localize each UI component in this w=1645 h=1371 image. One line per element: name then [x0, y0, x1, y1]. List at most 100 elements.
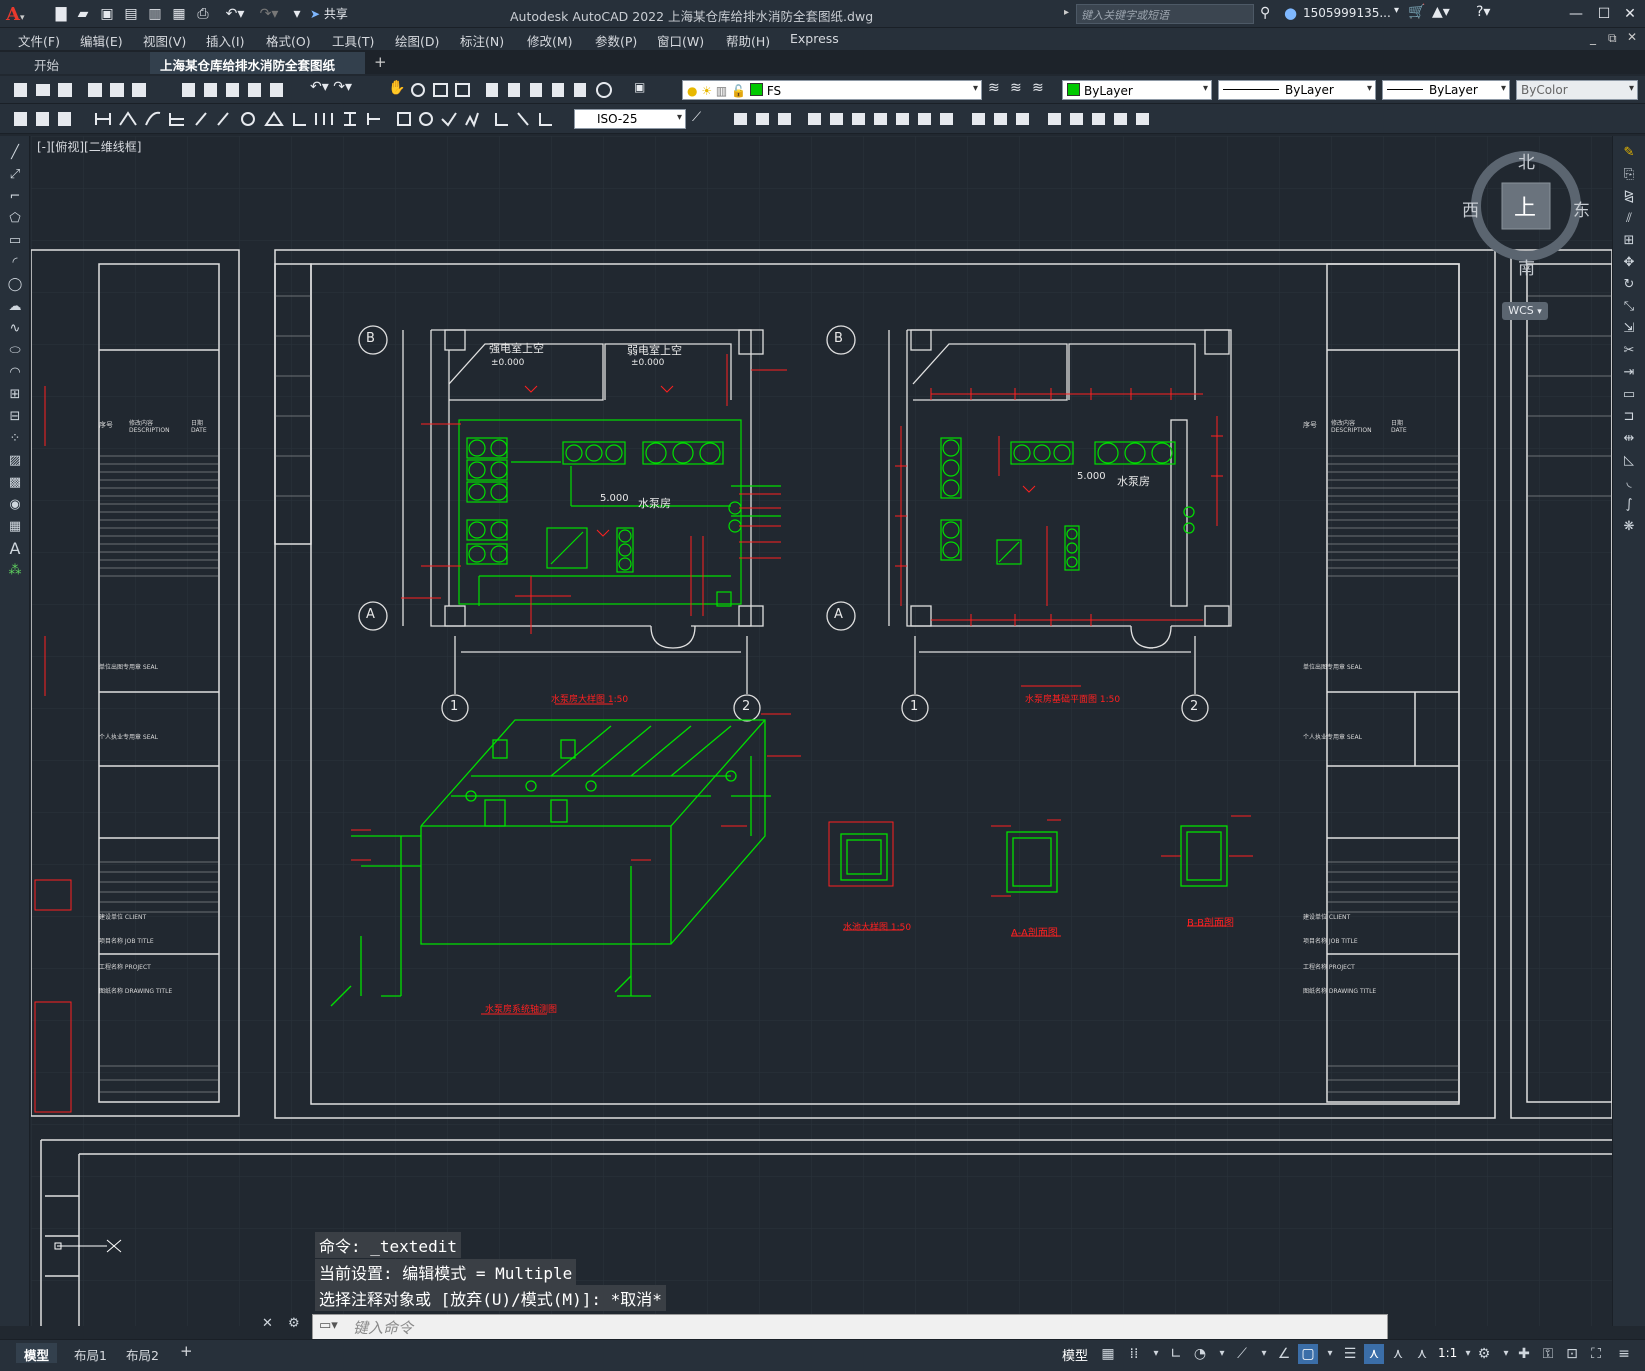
annotation-visibility-icon[interactable]: ⋏	[1364, 1344, 1384, 1364]
rectangle-icon[interactable]: ▭	[6, 232, 24, 250]
construction-line-icon[interactable]: ⤢	[6, 166, 24, 184]
add-layout-button[interactable]: +	[172, 1340, 201, 1360]
layer-dropdown[interactable]: ● ☀ ▥ 🔓 FS ▾	[682, 80, 982, 100]
chamfer-icon[interactable]: ◺	[1620, 452, 1638, 470]
clipboard-icons[interactable]	[180, 81, 300, 99]
autocad-logo-icon[interactable]: A▾	[6, 4, 32, 25]
clean-screen-icon[interactable]: ⛶	[1586, 1344, 1606, 1364]
region-icon[interactable]: ◉	[6, 496, 24, 514]
extend-icon[interactable]: ⇥	[1620, 364, 1638, 382]
menu-insert[interactable]: 插入(I)	[206, 31, 244, 50]
layer-properties-icon[interactable]: ▣	[634, 80, 645, 94]
osnap-dropdown-icon[interactable]: ▾	[1320, 1344, 1340, 1364]
new-icon[interactable]: ▇	[52, 5, 70, 23]
blend-curves-icon[interactable]: ∫	[1620, 496, 1638, 514]
array-icon[interactable]: ⊞	[1620, 232, 1638, 250]
pan-icon[interactable]: ✋	[388, 80, 405, 96]
menu-view[interactable]: 视图(V)	[143, 31, 186, 50]
snap-dropdown-icon[interactable]: ▾	[1146, 1344, 1166, 1364]
hatch-icon[interactable]: ▨	[6, 452, 24, 470]
explode-icon[interactable]: ❋	[1620, 518, 1638, 536]
isodraft-icon[interactable]: ⟋	[1232, 1344, 1252, 1364]
layer-previous-icon[interactable]: ≋	[1010, 80, 1022, 96]
units-icon[interactable]: ⚿	[1538, 1344, 1558, 1364]
menu-tools[interactable]: 工具(T)	[332, 31, 374, 50]
command-prompt-icon[interactable]: ▭▾	[319, 1318, 338, 1333]
lineweight-dropdown[interactable]: ByLayer ▾	[1382, 80, 1510, 100]
undo-redo-icon[interactable]: ↶▾ ↷▾	[310, 79, 352, 95]
mtext-icon[interactable]: A	[6, 540, 24, 558]
properties-icons[interactable]	[484, 81, 624, 99]
command-customize-icon[interactable]: ⚙	[288, 1316, 300, 1331]
file-tools-icons[interactable]	[12, 81, 152, 99]
menu-parametric[interactable]: 参数(P)	[595, 31, 637, 50]
viewcube-west[interactable]: 西	[1462, 196, 1479, 221]
doc-minimize-icon[interactable]: _	[1590, 31, 1596, 45]
viewcube-north[interactable]: 北	[1518, 148, 1535, 173]
open-icon[interactable]: ▰	[74, 5, 92, 23]
mirror-icon[interactable]: ⧎	[1620, 188, 1638, 206]
linetype-dropdown[interactable]: ByLayer ▾	[1218, 80, 1376, 100]
workspace-dropdown-icon[interactable]: ▾	[1496, 1344, 1516, 1364]
polyline-icon[interactable]: ⌐	[6, 188, 24, 206]
viewcube-top-face[interactable]: 上	[1514, 190, 1536, 222]
menu-window[interactable]: 窗口(W)	[657, 31, 704, 50]
gradient-icon[interactable]: ▩	[6, 474, 24, 492]
polygon-icon[interactable]: ⬠	[6, 210, 24, 228]
viewcube-east[interactable]: 东	[1573, 196, 1590, 221]
tab-start[interactable]: 开始	[0, 52, 150, 74]
help-icon[interactable]: ?▾	[1476, 4, 1490, 20]
join-icon[interactable]: ⇹	[1620, 430, 1638, 448]
offset-icon[interactable]: ⫽	[1620, 210, 1638, 228]
viewcube-south[interactable]: 南	[1518, 254, 1535, 279]
stretch-icon[interactable]: ⇲	[1620, 320, 1638, 338]
plot-preview-icon[interactable]: ▥	[146, 5, 164, 23]
plotstyle-dropdown[interactable]: ByColor ▾	[1516, 80, 1638, 100]
close-button[interactable]: ✕	[1616, 3, 1644, 25]
polar-icon[interactable]: ◔	[1190, 1344, 1210, 1364]
dimstyle-dropdown[interactable]: ISO-25 ▾	[574, 109, 686, 129]
menu-file[interactable]: 文件(F)	[18, 31, 60, 50]
viewport-controls[interactable]: [-][俯视][二维线框]	[37, 138, 141, 155]
menu-dimension[interactable]: 标注(N)	[460, 31, 504, 50]
modify-icons[interactable]	[732, 110, 1212, 128]
layout-tab-model[interactable]: 模型	[16, 1343, 58, 1363]
customize-icon[interactable]: ▾	[288, 5, 306, 23]
isodraft-dropdown-icon[interactable]: ▾	[1254, 1344, 1274, 1364]
break-icon[interactable]: ⊐	[1620, 408, 1638, 426]
move-icon[interactable]: ✥	[1620, 254, 1638, 272]
search-expand-icon[interactable]: ▸	[1064, 7, 1069, 18]
object-track-icon[interactable]: ∠	[1274, 1344, 1294, 1364]
erase-icon[interactable]: ✎	[1620, 144, 1638, 162]
menu-express[interactable]: Express	[790, 31, 839, 46]
share-button[interactable]: ➤ 共享	[310, 5, 348, 23]
arc-icon[interactable]: ◜	[6, 254, 24, 272]
customization-icon[interactable]: ≡	[1614, 1344, 1634, 1364]
layer-match-icon[interactable]: ≋	[1032, 80, 1044, 96]
line-icon[interactable]: ╱	[6, 144, 24, 162]
lineweight-display-icon[interactable]: ☰	[1340, 1344, 1360, 1364]
dimstyle-icon[interactable]: ⟋	[692, 110, 701, 125]
polar-dropdown-icon[interactable]: ▾	[1212, 1344, 1232, 1364]
ortho-icon[interactable]: ∟	[1166, 1344, 1186, 1364]
redo-icon[interactable]: ↷▾	[254, 5, 284, 23]
rotate-icon[interactable]: ↻	[1620, 276, 1638, 294]
revcloud-icon[interactable]: ☁	[6, 298, 24, 316]
make-current-layer-icon[interactable]: ≋	[988, 80, 1000, 96]
copy-icon[interactable]: ⎘	[1620, 166, 1638, 184]
autodesk-app-icon[interactable]: ▲▾	[1432, 4, 1450, 20]
quick-properties-icon[interactable]: ⊡	[1562, 1344, 1582, 1364]
save-as-icon[interactable]: ▤	[122, 5, 140, 23]
workspace-gear-icon[interactable]: ⚙	[1474, 1344, 1494, 1364]
search-input[interactable]: 键入关键字或短语	[1076, 4, 1254, 24]
annotation-scale-value[interactable]: 1:1	[1438, 1346, 1457, 1360]
add-selected-icon[interactable]: ⁂	[6, 562, 24, 580]
command-close-icon[interactable]: ✕	[262, 1316, 273, 1331]
menu-format[interactable]: 格式(O)	[266, 31, 311, 50]
annotation-monitor-icon[interactable]: ✚	[1514, 1344, 1534, 1364]
snap-icon[interactable]: ⁞⁞	[1124, 1344, 1144, 1364]
tab-drawing[interactable]: 上海某仓库给排水消防全套图纸*✕	[150, 52, 365, 89]
menu-draw[interactable]: 绘图(D)	[395, 31, 439, 50]
new-tab-button[interactable]: +	[374, 53, 387, 71]
break-point-icon[interactable]: ▭	[1620, 386, 1638, 404]
